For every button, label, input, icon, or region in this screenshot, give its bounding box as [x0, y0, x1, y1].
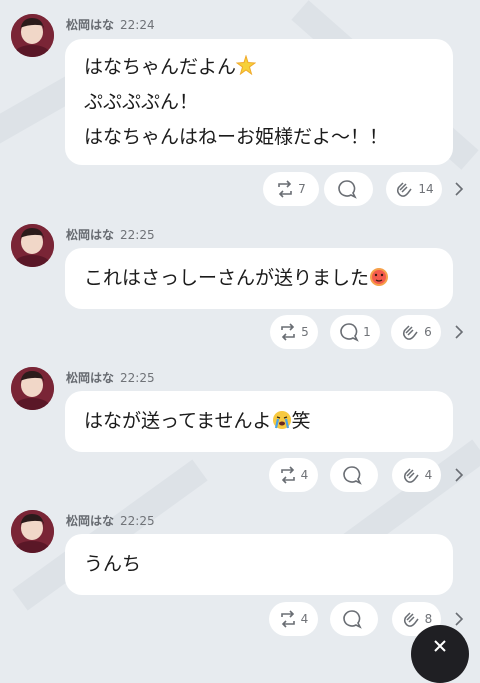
clap-count: 8	[424, 612, 433, 626]
timestamp: 22:24	[120, 18, 155, 32]
speech-bubble-icon	[337, 180, 357, 199]
clap-hands-icon	[403, 325, 418, 340]
timestamp: 22:25	[120, 371, 155, 385]
reply-button[interactable]	[330, 602, 378, 636]
repost-icon	[278, 180, 292, 198]
chevron-right-icon[interactable]	[452, 181, 466, 197]
message-bubble[interactable]: これはさっしーさんが送りました	[65, 248, 453, 309]
avatar[interactable]	[11, 510, 54, 553]
repost-icon	[280, 466, 295, 484]
message-line: はなが送ってませんよ笑	[84, 410, 311, 432]
chevron-right-icon[interactable]	[452, 611, 466, 627]
clap-count: 4	[424, 468, 433, 482]
reply-button[interactable]: 1	[330, 315, 380, 349]
message-meta: 松岡はな 22:25	[66, 226, 155, 243]
close-icon	[434, 640, 446, 652]
blush-face-icon	[369, 267, 389, 289]
message-line: ぷぷぷぷん！	[84, 90, 199, 113]
clap-button[interactable]: 6	[391, 315, 441, 349]
repost-icon	[280, 610, 295, 628]
repost-icon	[281, 323, 295, 341]
repost-button[interactable]: 4	[269, 458, 318, 492]
clap-count: 6	[424, 325, 432, 339]
repost-count: 4	[300, 468, 309, 482]
reply-button[interactable]	[324, 172, 373, 206]
message-line: これはさっしーさんが送りました	[84, 261, 434, 296]
reply-button[interactable]	[330, 458, 378, 492]
speech-bubble-icon	[343, 610, 362, 629]
avatar[interactable]	[11, 224, 54, 267]
sparkle-icon	[235, 53, 257, 78]
crying-face-icon	[272, 410, 292, 432]
message-meta: 松岡はな 22:25	[66, 512, 155, 529]
author-name: 松岡はな	[66, 228, 115, 242]
chevron-right-icon[interactable]	[452, 467, 466, 483]
repost-button[interactable]: 7	[263, 172, 319, 206]
repost-count: 5	[301, 325, 309, 339]
repost-count: 7	[298, 182, 306, 196]
author-name: 松岡はな	[66, 371, 115, 385]
message-bubble[interactable]: うんち	[65, 534, 453, 595]
clap-count: 14	[418, 182, 434, 196]
message-actions: 7 14	[0, 172, 480, 206]
avatar[interactable]	[11, 367, 54, 410]
message-line: はなちゃんだよん	[84, 50, 434, 85]
repost-button[interactable]: 5	[270, 315, 318, 349]
avatar[interactable]	[11, 14, 54, 57]
timestamp: 22:25	[120, 514, 155, 528]
message-meta: 松岡はな 22:24	[66, 16, 155, 33]
close-button[interactable]	[411, 625, 469, 683]
clap-hands-icon	[403, 612, 419, 627]
chevron-right-icon[interactable]	[452, 324, 466, 340]
message-line: はなちゃんはねーお姫様だよ〜！！	[84, 125, 389, 148]
repost-button[interactable]: 4	[269, 602, 318, 636]
clap-hands-icon	[403, 468, 419, 483]
repost-count: 4	[300, 612, 309, 626]
message-bubble[interactable]: はなが送ってませんよ笑	[65, 391, 453, 452]
message-actions: 5 1 6	[0, 315, 480, 349]
message-actions: 4 4	[0, 458, 480, 492]
clap-button[interactable]: 14	[386, 172, 442, 206]
author-name: 松岡はな	[66, 18, 115, 32]
message-line: うんち	[84, 553, 142, 575]
timestamp: 22:25	[120, 228, 155, 242]
clap-button[interactable]: 4	[392, 458, 441, 492]
speech-bubble-icon	[340, 323, 359, 342]
message-bubble[interactable]: はなちゃんだよん ぷぷぷぷん！ はなちゃんはねーお姫様だよ〜！！	[65, 39, 453, 165]
message-actions: 4 8	[0, 602, 480, 636]
message-meta: 松岡はな 22:25	[66, 369, 155, 386]
reply-count: 1	[363, 325, 371, 339]
clap-hands-icon	[397, 182, 412, 197]
speech-bubble-icon	[343, 466, 362, 485]
author-name: 松岡はな	[66, 514, 115, 528]
